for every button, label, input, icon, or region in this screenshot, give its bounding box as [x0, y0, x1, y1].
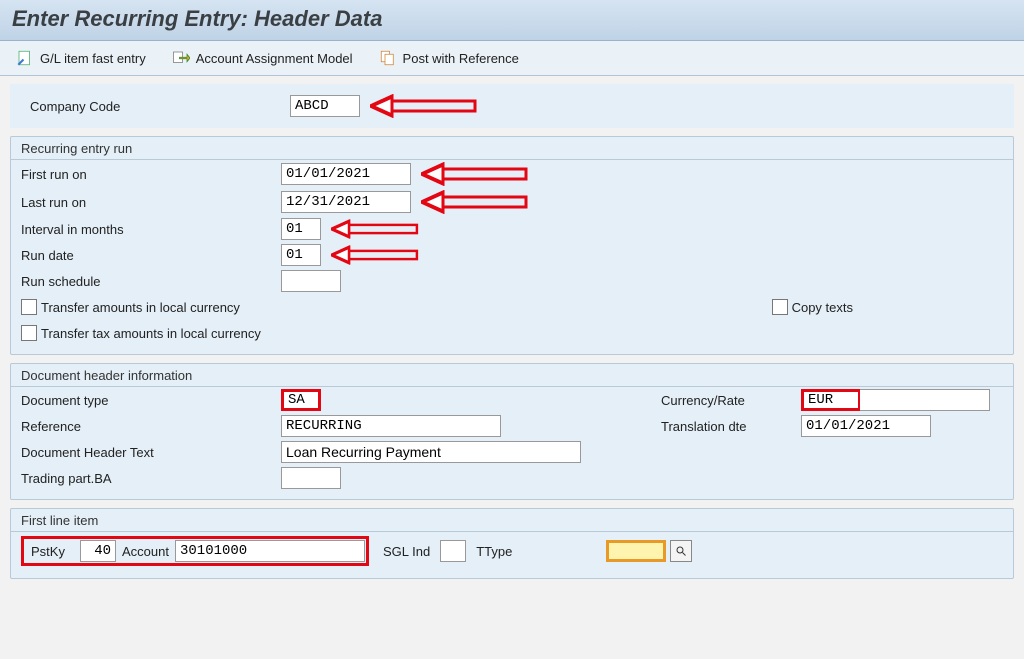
annotation-arrow-icon — [331, 219, 421, 239]
last-run-input[interactable] — [281, 191, 411, 213]
first-line-item-title: First line item — [11, 509, 1013, 532]
acct-assignment-model-button[interactable]: Account Assignment Model — [168, 47, 357, 69]
account-input[interactable] — [175, 540, 365, 562]
pstky-input[interactable] — [80, 540, 116, 562]
doc-header-title: Document header information — [11, 364, 1013, 387]
recurring-section-title: Recurring entry run — [11, 137, 1013, 160]
acct-assignment-model-label: Account Assignment Model — [196, 51, 353, 66]
title-bar: Enter Recurring Entry: Header Data — [0, 0, 1024, 41]
interval-label: Interval in months — [21, 222, 281, 237]
run-schedule-input[interactable] — [281, 270, 341, 292]
transfer-local-label: Transfer amounts in local currency — [41, 300, 240, 315]
page-title: Enter Recurring Entry: Header Data — [12, 6, 1012, 32]
header-text-input[interactable] — [281, 441, 581, 463]
search-icon — [675, 545, 687, 557]
annotation-arrow-icon — [421, 162, 531, 186]
gl-fast-entry-label: G/L item fast entry — [40, 51, 146, 66]
sgl-ind-label: SGL Ind — [373, 544, 436, 559]
run-schedule-label: Run schedule — [21, 274, 281, 289]
currency-input[interactable] — [801, 389, 861, 411]
copy-texts-label: Copy texts — [792, 300, 853, 315]
header-text-label: Document Header Text — [21, 445, 281, 460]
transfer-tax-label: Transfer tax amounts in local currency — [41, 326, 261, 341]
trading-ba-input[interactable] — [281, 467, 341, 489]
doc-header-section: Document header information Document typ… — [10, 363, 1014, 500]
interval-input[interactable] — [281, 218, 321, 240]
doc-type-input[interactable] — [281, 389, 321, 411]
annotation-arrow-icon — [370, 94, 480, 118]
post-with-reference-button[interactable]: Post with Reference — [375, 47, 523, 69]
post-with-reference-label: Post with Reference — [403, 51, 519, 66]
ttype-search-help-button[interactable] — [670, 540, 692, 562]
reference-input[interactable] — [281, 415, 501, 437]
line-item-highlight: PstKy Account — [21, 536, 369, 566]
annotation-arrow-icon — [421, 190, 531, 214]
run-date-label: Run date — [21, 248, 281, 263]
translation-dte-input[interactable] — [801, 415, 931, 437]
reference-label: Reference — [21, 419, 281, 434]
pstky-label: PstKy — [25, 544, 80, 559]
first-run-label: First run on — [21, 167, 281, 182]
recurring-entry-section: Recurring entry run First run on Last ru… — [10, 136, 1014, 355]
trading-ba-label: Trading part.BA — [21, 471, 281, 486]
last-run-label: Last run on — [21, 195, 281, 210]
run-date-input[interactable] — [281, 244, 321, 266]
transfer-tax-checkbox[interactable] — [21, 325, 37, 341]
copy-texts-checkbox[interactable] — [772, 299, 788, 315]
ttype-label: TType — [470, 544, 518, 559]
company-code-input[interactable] — [290, 95, 360, 117]
first-run-input[interactable] — [281, 163, 411, 185]
toolbar: G/L item fast entry Account Assignment M… — [0, 41, 1024, 76]
transfer-local-checkbox[interactable] — [21, 299, 37, 315]
currency-label: Currency/Rate — [661, 393, 801, 408]
copy-sheets-icon — [379, 49, 397, 67]
doc-type-label: Document type — [21, 393, 281, 408]
translation-dte-label: Translation dte — [661, 419, 801, 434]
company-code-row: Company Code — [10, 84, 1014, 128]
annotation-arrow-icon — [331, 245, 421, 265]
company-code-label: Company Code — [30, 99, 290, 114]
pencil-sheet-icon — [16, 49, 34, 67]
rate-input[interactable] — [860, 389, 990, 411]
account-label: Account — [116, 544, 175, 559]
first-line-item-section: First line item PstKy Account SGL Ind TT… — [10, 508, 1014, 579]
gl-fast-entry-button[interactable]: G/L item fast entry — [12, 47, 150, 69]
model-arrow-icon — [172, 49, 190, 67]
sgl-ind-input[interactable] — [440, 540, 466, 562]
ttype-input[interactable] — [606, 540, 666, 562]
